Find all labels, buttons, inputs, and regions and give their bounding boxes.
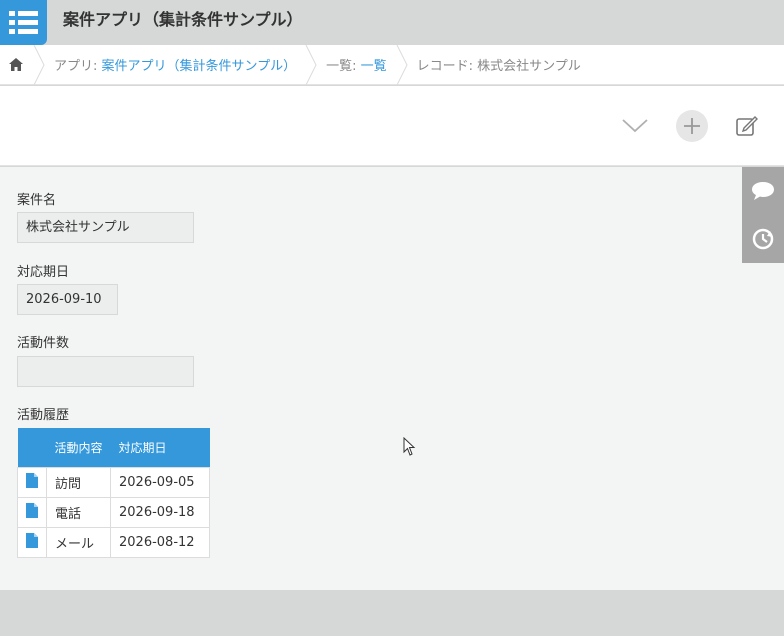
- activity-count-label: 活動件数: [17, 336, 70, 351]
- row-date: 2026-09-18: [110, 496, 210, 528]
- table-header-date: 対応期日: [110, 428, 210, 467]
- row-date: 2026-09-05: [110, 466, 210, 498]
- breadcrumb: アプリ: 案件アプリ（集計条件サンプル） 一覧: 一覧 レコード: 株式会社サン…: [0, 44, 784, 85]
- breadcrumb-list: 一覧: 一覧: [318, 55, 395, 74]
- document-icon[interactable]: [17, 466, 47, 498]
- side-panel: [742, 167, 784, 263]
- due-date-label: 対応期日: [17, 265, 70, 280]
- breadcrumb-app: アプリ: 案件アプリ（集計条件サンプル）: [46, 55, 304, 74]
- case-name-label: 案件名: [17, 193, 57, 208]
- app-header: 案件アプリ（集計条件サンプル）: [0, 0, 784, 45]
- table-header-icon-column: [17, 428, 47, 467]
- plus-icon: [684, 118, 700, 134]
- breadcrumb-record: レコード: 株式会社サンプル: [416, 59, 581, 74]
- edit-record-button[interactable]: [731, 110, 763, 142]
- add-record-button[interactable]: [676, 110, 708, 142]
- row-content: メール: [46, 526, 111, 558]
- activity-history-table: 活動内容 対応期日 訪問 2026-09-05 電話 2026-09-18 メー…: [17, 428, 210, 558]
- app-list-icon[interactable]: [0, 0, 47, 45]
- activity-count-field: [17, 356, 194, 387]
- document-icon[interactable]: [17, 496, 47, 528]
- comment-icon[interactable]: [742, 167, 784, 215]
- breadcrumb-separator: [305, 44, 317, 85]
- chevron-down-icon[interactable]: [619, 110, 651, 142]
- edit-icon: [736, 116, 758, 136]
- mouse-cursor-icon: [403, 437, 416, 456]
- record-toolbar: [0, 86, 784, 166]
- table-header-content: 活動内容: [46, 428, 111, 467]
- breadcrumb-list-link[interactable]: 一覧: [361, 59, 387, 74]
- table-row: メール 2026-08-12: [17, 526, 210, 558]
- case-name-field: 株式会社サンプル: [17, 212, 194, 243]
- table-row: 訪問 2026-09-05: [17, 466, 210, 498]
- row-content: 電話: [46, 496, 111, 528]
- table-header-row: 活動内容 対応期日: [17, 428, 210, 467]
- breadcrumb-list-prefix: 一覧:: [326, 59, 361, 74]
- record-detail: 案件名 株式会社サンプル 対応期日 2026-09-10 活動件数 活動履歴 活…: [0, 167, 784, 590]
- row-date: 2026-08-12: [110, 526, 210, 558]
- breadcrumb-separator: [396, 44, 408, 85]
- app-title: 案件アプリ（集計条件サンプル）: [63, 10, 303, 29]
- due-date-field: 2026-09-10: [17, 284, 118, 315]
- history-icon[interactable]: [742, 215, 784, 263]
- document-icon[interactable]: [17, 526, 47, 558]
- breadcrumb-app-prefix: アプリ:: [54, 59, 102, 74]
- home-icon[interactable]: [0, 45, 32, 85]
- activity-history-label: 活動履歴: [17, 408, 70, 423]
- breadcrumb-app-link[interactable]: 案件アプリ（集計条件サンプル）: [102, 59, 297, 74]
- table-row: 電話 2026-09-18: [17, 496, 210, 528]
- breadcrumb-separator: [33, 44, 45, 85]
- row-content: 訪問: [46, 466, 111, 498]
